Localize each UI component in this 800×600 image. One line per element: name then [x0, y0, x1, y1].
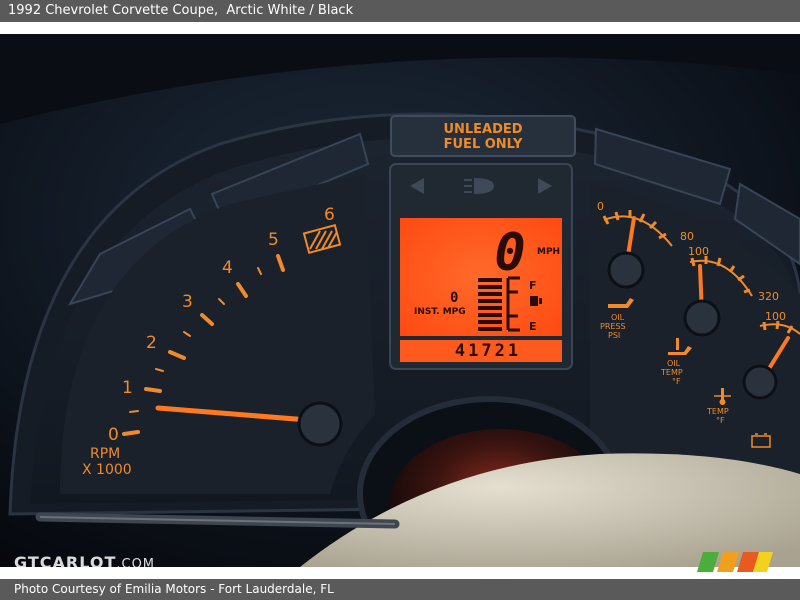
- tach-label-2: 2: [146, 333, 157, 353]
- odometer-readout: 41721: [455, 341, 521, 361]
- tach-needle-hub: [297, 401, 343, 447]
- tach-unit-rpm: RPM: [90, 446, 120, 462]
- oil-temp-label-3: °F: [672, 377, 681, 386]
- tach-label-6: 6: [324, 205, 335, 225]
- speed-readout: 0: [494, 223, 525, 283]
- coolant-temp-label-1: TEMP: [706, 407, 729, 416]
- oil-press-label-2: PRESS: [600, 322, 626, 331]
- lcd-speed-panel: [400, 218, 562, 336]
- tach-unit-multiplier: X 1000: [82, 462, 132, 478]
- tach-label-3: 3: [182, 292, 193, 312]
- oil-press-max: 80: [680, 230, 694, 243]
- car-color: Arctic White / Black: [226, 3, 354, 18]
- photo-title-bar: 1992 Chevrolet Corvette Coupe, Arctic Wh…: [0, 0, 800, 22]
- photo-credit: Photo Courtesy of Emilia Motors - Fort L…: [14, 582, 334, 596]
- fuel-full-label: F: [529, 279, 537, 292]
- tach-label-0: 0: [108, 425, 119, 445]
- tach-label-4: 4: [222, 258, 233, 278]
- oil-press-label-1: OIL: [611, 313, 625, 322]
- watermark-suffix: .COM: [116, 557, 156, 572]
- oil-press-label-3: PSI: [608, 331, 620, 340]
- watermark-brand: GTCARLOT: [14, 553, 117, 572]
- tach-label-1: 1: [122, 378, 133, 398]
- inst-mpg-value: 0: [450, 290, 458, 306]
- coolant-temp-label-2: °F: [716, 416, 725, 425]
- fuel-warning-line1: UNLEADED: [443, 122, 522, 137]
- tach-label-5: 5: [268, 230, 279, 250]
- coolant-temp-min: 100: [765, 310, 786, 323]
- oil-temp-min: 100: [688, 245, 709, 258]
- photo-credit-bar: Photo Courtesy of Emilia Motors - Fort L…: [0, 579, 800, 600]
- top-border: [0, 22, 800, 34]
- fuel-empty-label: E: [529, 320, 537, 333]
- site-watermark: GTCARLOT.COM: [14, 553, 155, 572]
- oil-temp-label-1: OIL: [667, 359, 681, 368]
- oil-temp-label-2: TEMP: [660, 368, 683, 377]
- site-logo-icon: [697, 552, 773, 572]
- speed-unit: MPH: [537, 247, 560, 257]
- fuel-warning-line2: FUEL ONLY: [444, 137, 523, 152]
- oil-temp-max: 320: [758, 290, 779, 303]
- inst-mpg-label: INST. MPG: [414, 307, 466, 317]
- dashboard-photo: UNLEADED FUEL ONLY 0 1 2 3 4 5 6 RPM X 1…: [0, 34, 800, 567]
- headlight-icon: [464, 178, 494, 194]
- oil-press-min: 0: [597, 200, 604, 213]
- car-title: 1992 Chevrolet Corvette Coupe,: [8, 3, 219, 18]
